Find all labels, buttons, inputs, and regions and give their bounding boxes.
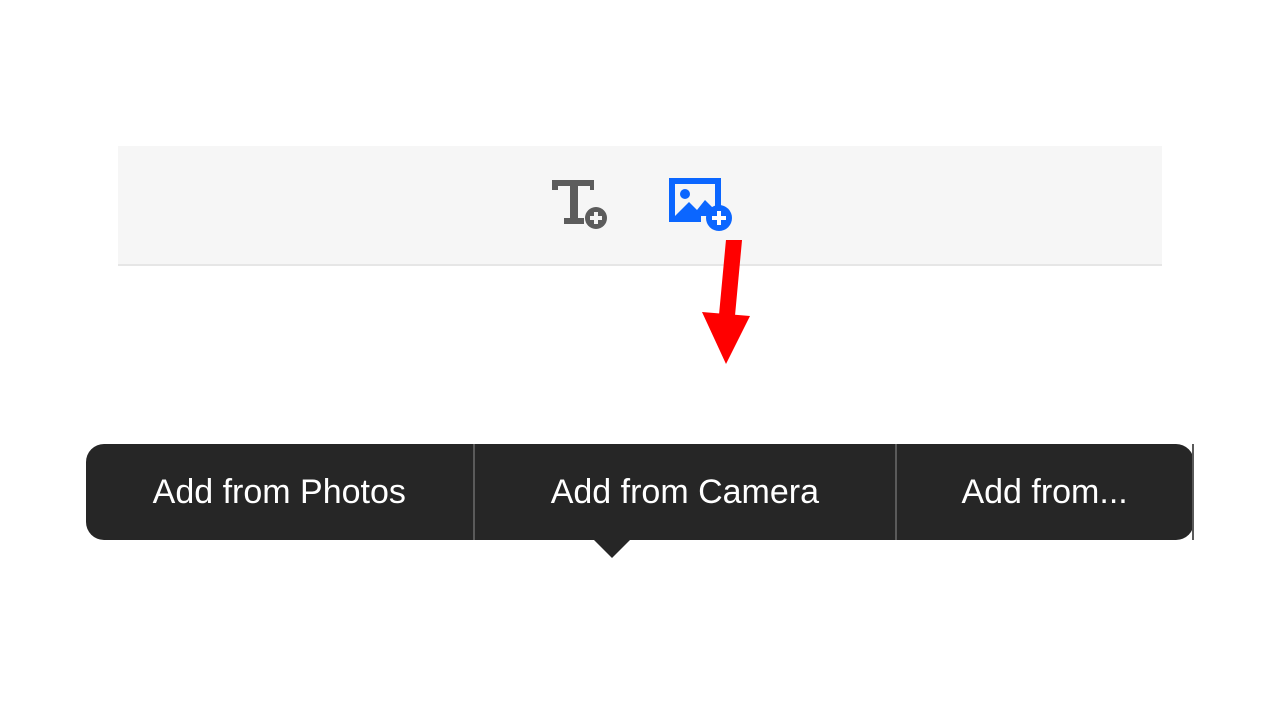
add-from-photos-item[interactable]: Add from Photos — [86, 444, 475, 540]
format-toolbar — [118, 146, 1162, 266]
menu-item-label: Add from Camera — [551, 473, 819, 512]
add-image-button[interactable] — [670, 175, 730, 235]
add-text-icon — [550, 178, 610, 233]
add-image-icon — [667, 176, 733, 235]
add-from-camera-item[interactable]: Add from Camera — [475, 444, 898, 540]
menu-item-label: Add from Photos — [153, 473, 406, 512]
context-menu-caret-icon — [590, 536, 634, 558]
menu-item-label: Add from... — [961, 473, 1127, 512]
add-image-context-menu: Add from Photos Add from Camera Add from… — [86, 444, 1194, 540]
add-from-more-item[interactable]: Add from... — [897, 444, 1194, 540]
add-text-button[interactable] — [550, 175, 610, 235]
